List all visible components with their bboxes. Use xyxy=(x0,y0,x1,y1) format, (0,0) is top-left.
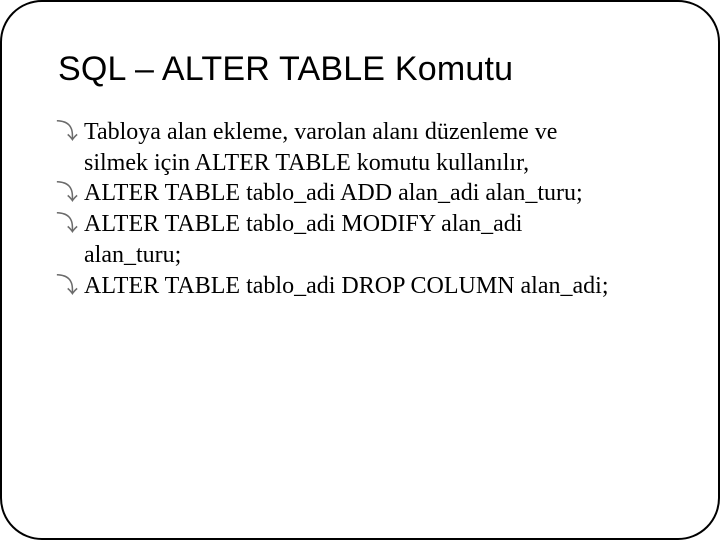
bullet-text-line: Tabloya alan ekleme, varolan alanı düzen… xyxy=(84,119,557,145)
bullet-icon: ⤵ xyxy=(56,179,78,207)
bullet-text-line: ALTER TABLE tablo_adi ADD alan_adi alan_… xyxy=(84,180,583,206)
bullet-icon: ⤵ xyxy=(56,210,78,238)
bullet-icon: ⤵ xyxy=(56,272,78,300)
bullet-list: ⤵ Tabloya alan ekleme, varolan alanı düz… xyxy=(58,117,662,301)
bullet-text-line: ALTER TABLE tablo_adi MODIFY alan_adi xyxy=(84,211,522,237)
list-item: ⤵ ALTER TABLE tablo_adi DROP COLUMN alan… xyxy=(58,271,662,302)
list-item: ⤵ Tabloya alan ekleme, varolan alanı düz… xyxy=(58,117,662,178)
bullet-text-line: silmek için ALTER TABLE komutu kullanılı… xyxy=(84,148,662,179)
bullet-icon: ⤵ xyxy=(56,118,78,146)
list-item: ⤵ ALTER TABLE tablo_adi ADD alan_adi ala… xyxy=(58,178,662,209)
bullet-text-line: alan_turu; xyxy=(84,240,662,271)
slide-frame: SQL – ALTER TABLE Komutu ⤵ Tabloya alan … xyxy=(0,0,720,540)
list-item: ⤵ ALTER TABLE tablo_adi MODIFY alan_adi … xyxy=(58,209,662,270)
bullet-text-line: ALTER TABLE tablo_adi DROP COLUMN alan_a… xyxy=(84,273,608,299)
slide-title: SQL – ALTER TABLE Komutu xyxy=(58,50,662,89)
